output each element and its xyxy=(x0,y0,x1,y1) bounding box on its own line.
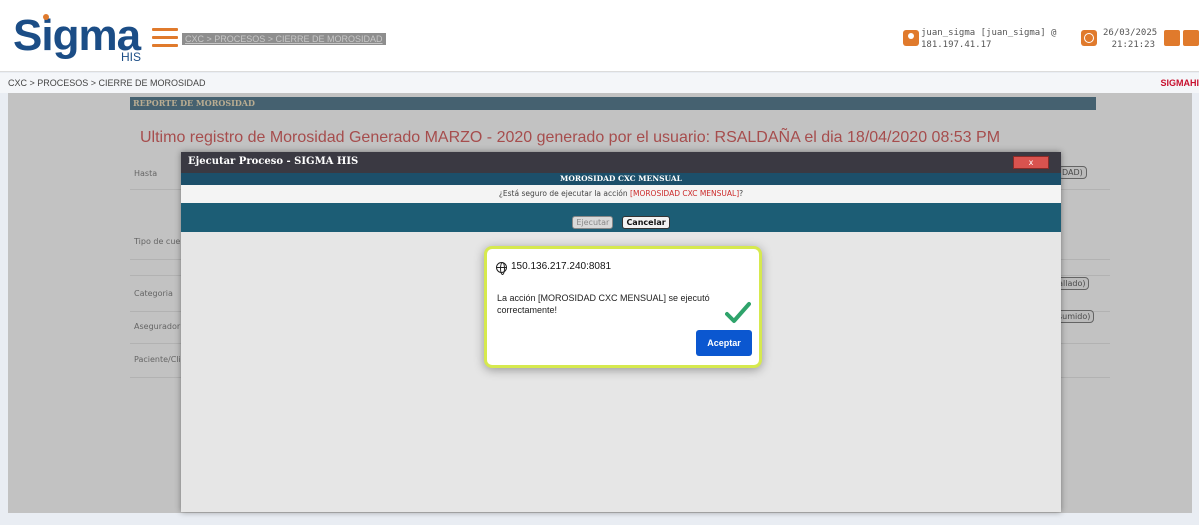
datetime: 26/03/2025 21:21:23 xyxy=(1103,27,1158,51)
globe-icon xyxy=(496,262,507,275)
dialog-close-button[interactable]: x xyxy=(1013,156,1049,169)
dialog-title: Ejecutar Proceso - SIGMA HIS xyxy=(188,156,359,167)
question-action: [MOROSIDAD CXC MENSUAL] xyxy=(630,189,740,198)
breadcrumb: CXC > PROCESOS > CIERRE DE MOROSIDAD SIG… xyxy=(0,73,1199,93)
alert-message: La acción [MOROSIDAD CXC MENSUAL] se eje… xyxy=(497,293,710,315)
execute-button[interactable]: Ejecutar xyxy=(572,216,614,229)
app-name-label: SIGMAHI xyxy=(1160,78,1199,88)
current-time: 21:21:23 xyxy=(1111,40,1155,50)
accept-button[interactable]: Aceptar xyxy=(696,330,752,356)
menu-icon[interactable] xyxy=(152,28,178,48)
cancel-button[interactable]: Cancelar xyxy=(622,216,670,229)
app-header: Sigma HIS CXC > PROCESOS > CIERRE DE MOR… xyxy=(0,0,1199,72)
question-prefix: ¿Está seguro de ejecutar la acción xyxy=(498,189,631,198)
checkmark-icon xyxy=(725,302,751,323)
alert-host: 150.136.217.240:8081 xyxy=(511,261,612,272)
tools-icon[interactable] xyxy=(1183,30,1199,46)
current-date: 26/03/2025 xyxy=(1103,28,1158,38)
process-name: MOROSIDAD CXC MENSUAL xyxy=(181,173,1061,185)
logo-dot-icon xyxy=(43,14,49,20)
header-breadcrumb-link[interactable]: CXC > PROCESOS > CIERRE DE MOROSIDAD xyxy=(182,33,386,45)
browser-alert-dialog: 150.136.217.240:8081 La acción [MOROSIDA… xyxy=(484,246,762,368)
user-info: juan_sigma [juan_sigma] @ 181.197.41.17 xyxy=(921,27,1056,51)
user-ip: 181.197.41.17 xyxy=(921,40,992,50)
clock-icon xyxy=(1081,30,1097,46)
dialog-button-bar: Ejecutar Cancelar xyxy=(181,203,1061,232)
sigma-logo[interactable]: Sigma HIS xyxy=(13,10,153,66)
breadcrumb-path: CXC > PROCESOS > CIERRE DE MOROSIDAD xyxy=(8,78,206,88)
user-icon[interactable] xyxy=(903,30,919,46)
confirm-question: ¿Está seguro de ejecutar la acción [MORO… xyxy=(181,185,1061,203)
dialog-titlebar[interactable]: Ejecutar Proceso - SIGMA HIS x xyxy=(181,152,1061,173)
user-name: juan_sigma [juan_sigma] @ xyxy=(921,28,1057,38)
logo-subtext: HIS xyxy=(121,50,142,64)
question-suffix: ? xyxy=(739,189,744,198)
reports-icon[interactable] xyxy=(1164,30,1180,46)
